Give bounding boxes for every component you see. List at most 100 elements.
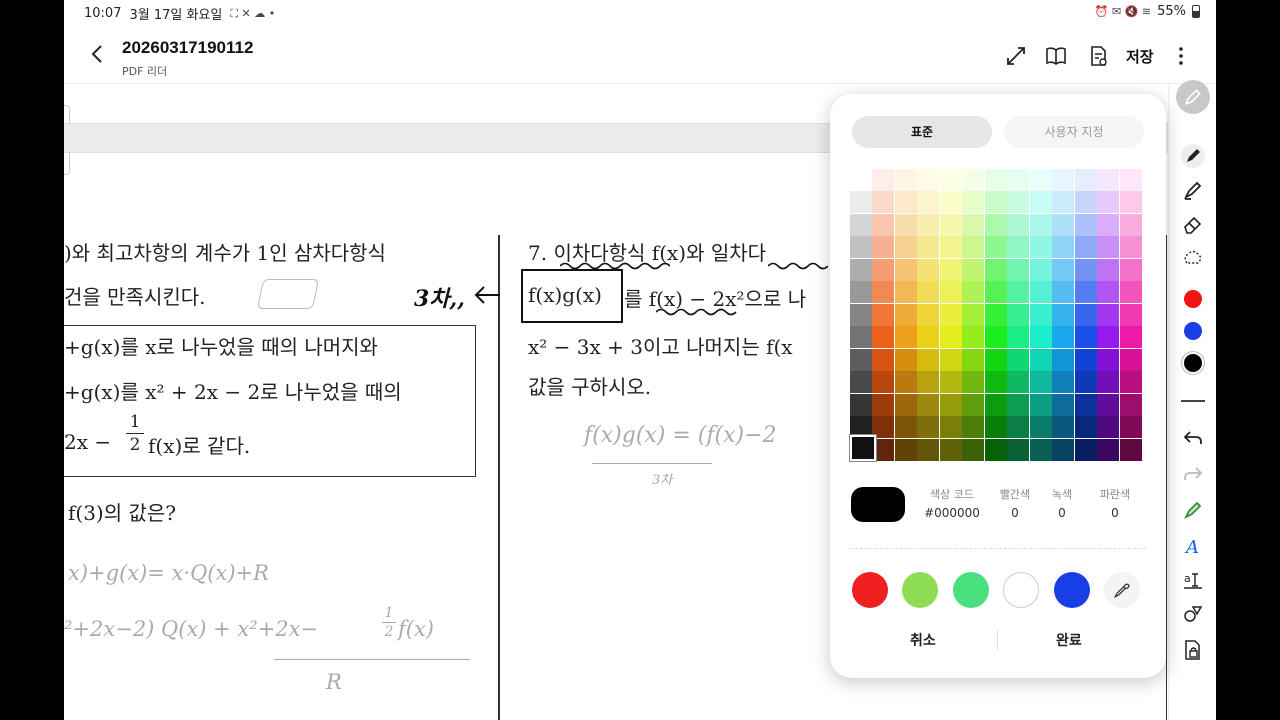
color-cell[interactable] xyxy=(917,169,940,191)
pen-tool-icon[interactable] xyxy=(1181,144,1205,168)
save-button[interactable]: 저장 xyxy=(1126,46,1154,67)
color-cell[interactable] xyxy=(1097,281,1120,304)
color-cell[interactable] xyxy=(1029,258,1052,281)
color-cell[interactable] xyxy=(984,326,1007,349)
color-cell[interactable] xyxy=(872,303,895,326)
pen-settings-icon[interactable] xyxy=(1181,498,1205,522)
color-cell[interactable] xyxy=(1029,371,1052,394)
color-cell[interactable] xyxy=(1052,371,1075,394)
color-cell[interactable] xyxy=(984,303,1007,326)
color-cell[interactable] xyxy=(962,258,985,281)
color-cell[interactable] xyxy=(1074,393,1097,416)
lasso-icon[interactable] xyxy=(1181,246,1205,270)
color-cell[interactable] xyxy=(1119,416,1142,439)
color-cell[interactable] xyxy=(1097,438,1120,461)
color-cell[interactable] xyxy=(1007,258,1030,281)
color-cell[interactable] xyxy=(1007,416,1030,439)
color-cell[interactable] xyxy=(917,281,940,304)
color-cell[interactable] xyxy=(1029,438,1052,461)
color-cell[interactable] xyxy=(984,371,1007,394)
color-cell[interactable] xyxy=(894,213,917,236)
color-cell[interactable] xyxy=(917,326,940,349)
color-cell[interactable] xyxy=(1007,213,1030,236)
color-cell[interactable] xyxy=(1097,326,1120,349)
color-cell[interactable] xyxy=(1074,371,1097,394)
color-cell[interactable] xyxy=(894,281,917,304)
color-cell[interactable] xyxy=(1052,236,1075,259)
color-cell[interactable] xyxy=(1052,326,1075,349)
color-cell[interactable] xyxy=(1007,281,1030,304)
color-cell[interactable] xyxy=(939,326,962,349)
color-cell[interactable] xyxy=(894,236,917,259)
color-swatch-grid[interactable] xyxy=(850,169,1142,461)
color-cell[interactable] xyxy=(917,393,940,416)
color-cell[interactable] xyxy=(1029,326,1052,349)
color-cell[interactable] xyxy=(894,438,917,461)
color-cell[interactable] xyxy=(1119,393,1142,416)
color-cell[interactable] xyxy=(1007,191,1030,214)
toolbar-color-black[interactable] xyxy=(1184,354,1202,372)
tab-custom[interactable]: 사용자 지정 xyxy=(1004,116,1144,148)
color-cell[interactable] xyxy=(872,371,895,394)
color-cell[interactable] xyxy=(962,371,985,394)
color-cell[interactable] xyxy=(1007,371,1030,394)
color-cell[interactable] xyxy=(1097,213,1120,236)
color-cell[interactable] xyxy=(1074,416,1097,439)
color-cell[interactable] xyxy=(1119,236,1142,259)
color-cell[interactable] xyxy=(1119,348,1142,371)
color-cell[interactable] xyxy=(939,371,962,394)
color-cell[interactable] xyxy=(1052,169,1075,191)
color-cell[interactable] xyxy=(984,416,1007,439)
color-cell[interactable] xyxy=(850,169,872,191)
color-cell[interactable] xyxy=(1029,281,1052,304)
color-cell[interactable] xyxy=(1119,303,1142,326)
color-cell[interactable] xyxy=(850,303,872,326)
color-cell[interactable] xyxy=(917,191,940,214)
color-cell[interactable] xyxy=(939,213,962,236)
color-cell[interactable] xyxy=(872,393,895,416)
color-cell[interactable] xyxy=(1007,393,1030,416)
color-cell[interactable] xyxy=(872,326,895,349)
color-cell[interactable] xyxy=(1074,236,1097,259)
color-cell[interactable] xyxy=(894,348,917,371)
toolbar-color-red[interactable] xyxy=(1184,290,1202,308)
color-cell[interactable] xyxy=(1007,169,1030,191)
color-cell[interactable] xyxy=(1097,236,1120,259)
color-cell[interactable] xyxy=(917,348,940,371)
color-cell[interactable] xyxy=(1029,393,1052,416)
color-cell[interactable] xyxy=(1097,303,1120,326)
lock-document-icon[interactable] xyxy=(1181,638,1205,662)
color-cell[interactable] xyxy=(962,438,985,461)
color-cell[interactable] xyxy=(1119,169,1142,191)
color-cell[interactable] xyxy=(1074,258,1097,281)
color-cell[interactable] xyxy=(1052,281,1075,304)
color-cell[interactable] xyxy=(984,393,1007,416)
red-value[interactable]: 0 xyxy=(990,506,1040,520)
blue-value[interactable]: 0 xyxy=(1090,506,1140,520)
color-cell[interactable] xyxy=(1029,303,1052,326)
color-cell[interactable] xyxy=(962,348,985,371)
color-cell[interactable] xyxy=(984,281,1007,304)
color-cell[interactable] xyxy=(984,169,1007,191)
color-cell[interactable] xyxy=(962,236,985,259)
color-cell[interactable] xyxy=(962,191,985,214)
color-cell[interactable] xyxy=(1007,348,1030,371)
cancel-button[interactable]: 취소 xyxy=(910,630,936,650)
highlighter-icon[interactable] xyxy=(1181,178,1205,202)
color-cell[interactable] xyxy=(850,281,872,304)
color-cell[interactable] xyxy=(850,326,872,349)
preset-color-white[interactable] xyxy=(1003,572,1039,608)
color-cell[interactable] xyxy=(850,348,872,371)
color-cell[interactable] xyxy=(917,213,940,236)
color-cell[interactable] xyxy=(1074,303,1097,326)
color-cell[interactable] xyxy=(939,393,962,416)
color-cell[interactable] xyxy=(962,169,985,191)
color-cell[interactable] xyxy=(1119,326,1142,349)
color-cell[interactable] xyxy=(962,326,985,349)
color-cell[interactable] xyxy=(872,169,895,191)
color-cell[interactable] xyxy=(1074,169,1097,191)
color-cell[interactable] xyxy=(939,416,962,439)
back-arrow-icon[interactable] xyxy=(86,42,110,66)
color-cell[interactable] xyxy=(1097,348,1120,371)
book-view-icon[interactable] xyxy=(1044,44,1068,68)
